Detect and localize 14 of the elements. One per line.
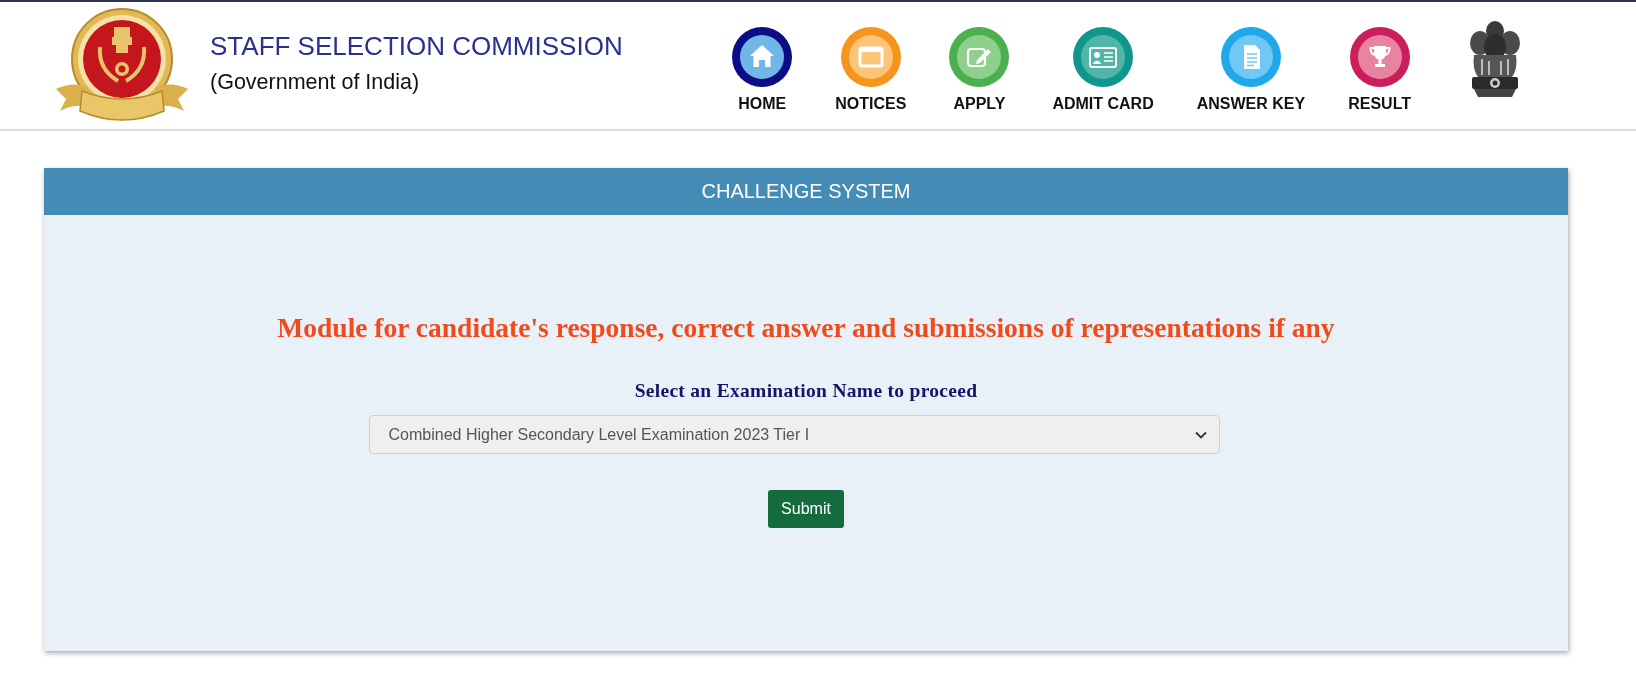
organization-subtitle: (Government of India) — [210, 69, 421, 95]
nav-link[interactable]: ADMIT CARD — [1052, 16, 1154, 113]
nav-link[interactable]: APPLY — [949, 16, 1010, 113]
chevron-icon — [1194, 430, 1207, 439]
exam-select[interactable]: Combined Higher Secondary Level Examination 2023 Tier I — [368, 415, 1220, 454]
select-label: Select an Examination Name to proceed — [634, 380, 978, 402]
submit-button[interactable]: Submit — [768, 490, 844, 528]
nav-link[interactable]: NOTICES — [835, 16, 907, 113]
nav-link[interactable]: RESULT — [1348, 16, 1411, 113]
module-heading: Module for candidate's response, correct answer and submissions of representations if any — [277, 312, 1335, 344]
panel-title: CHALLENGE SYSTEM — [44, 168, 1568, 215]
nav-link[interactable]: ANSWER KEY — [1196, 16, 1306, 113]
organization-title: STAFF SELECTION COMMISSION — [210, 30, 623, 62]
nav-link[interactable]: HOME — [732, 16, 793, 113]
